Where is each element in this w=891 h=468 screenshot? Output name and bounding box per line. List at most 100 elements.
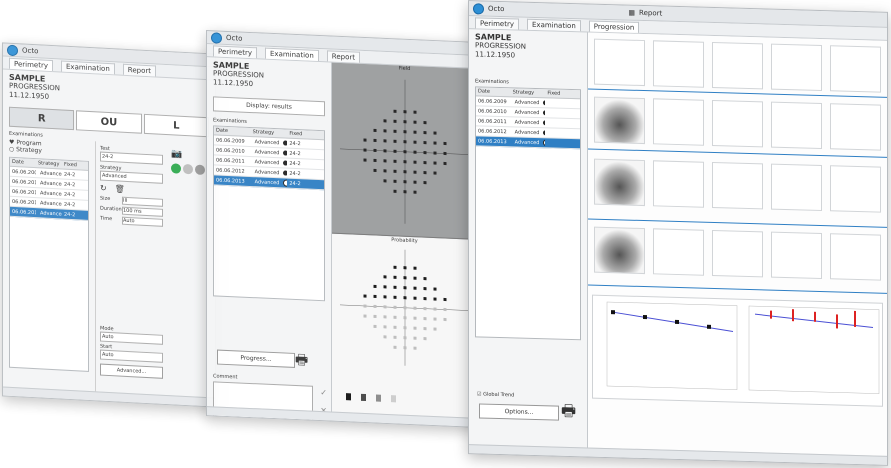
options-button[interactable]: Options... xyxy=(479,403,559,421)
comment-label: Comment xyxy=(213,373,238,381)
field-point xyxy=(413,120,417,124)
size-field[interactable]: III xyxy=(122,196,163,207)
play-icon[interactable] xyxy=(171,163,181,174)
report-row xyxy=(594,225,881,283)
field-thumbnail xyxy=(594,158,645,207)
field-point xyxy=(393,159,397,163)
window2-tab-examination[interactable]: Examination xyxy=(265,47,319,61)
undo-icon[interactable]: ↻ xyxy=(100,184,107,193)
field-point xyxy=(383,295,387,299)
field-point xyxy=(363,314,367,318)
stats-box xyxy=(771,231,822,280)
field-point xyxy=(373,148,377,153)
field-point xyxy=(433,327,437,331)
field-point xyxy=(363,138,367,142)
field-point xyxy=(373,128,377,133)
window3-tab-perimetry[interactable]: Perimetry xyxy=(475,16,519,30)
field-point xyxy=(413,276,417,280)
check-icon[interactable]: ✓ xyxy=(320,388,327,397)
field-point xyxy=(413,266,417,270)
window1-app-title: Octo xyxy=(22,46,39,56)
field-thumbnail xyxy=(712,229,763,278)
field-point xyxy=(423,171,427,175)
program-select[interactable]: 24-2 xyxy=(100,151,163,165)
field-point xyxy=(403,266,407,270)
field-point xyxy=(403,190,407,194)
field-thumbnail xyxy=(653,228,704,276)
global-trend-checkbox[interactable]: ☑ Global Trend xyxy=(477,391,514,398)
progress-button[interactable]: Progress... xyxy=(217,349,295,368)
field-point xyxy=(383,159,387,163)
field-point xyxy=(413,296,417,300)
trend-point xyxy=(707,324,711,329)
field-point xyxy=(433,141,437,145)
eye-both-button[interactable]: OU xyxy=(76,110,142,134)
window1-tab-examination[interactable]: Examination xyxy=(61,59,115,74)
print-icon[interactable]: 🖶 xyxy=(295,349,308,374)
report-icon[interactable]: ▦ xyxy=(628,9,635,17)
field-point xyxy=(393,119,397,123)
field-point xyxy=(393,149,397,153)
field-point xyxy=(413,190,417,194)
field-thumbnail xyxy=(830,45,881,93)
field-thumbnail xyxy=(653,40,704,88)
field-point xyxy=(443,317,447,322)
field-point xyxy=(383,285,387,289)
field-point xyxy=(423,297,427,301)
time-field[interactable]: Auto xyxy=(122,216,163,227)
print-icon[interactable]: 🖶 xyxy=(561,400,576,427)
field-point xyxy=(383,139,387,143)
window1-tab-perimetry[interactable]: Perimetry xyxy=(9,57,53,71)
field-point xyxy=(413,150,417,154)
stop-icon[interactable] xyxy=(195,164,205,176)
trend-point xyxy=(611,310,615,315)
field-point xyxy=(423,131,427,135)
window3-tab-examination[interactable]: Examination xyxy=(527,18,581,31)
trash-icon[interactable]: 🗑 xyxy=(115,184,125,194)
trend-point xyxy=(643,315,647,320)
window3-tab-progression[interactable]: Progression xyxy=(588,20,640,33)
field-point xyxy=(403,180,407,184)
probability-plot xyxy=(340,249,470,366)
window3-app-title: Octo xyxy=(488,4,505,14)
field-point xyxy=(383,325,387,329)
field-point xyxy=(383,179,387,183)
eye-left-button[interactable]: L xyxy=(143,113,209,138)
field-point xyxy=(403,140,407,144)
field-point xyxy=(433,297,437,301)
field-point xyxy=(433,307,437,311)
advanced-button[interactable]: Advanced... xyxy=(100,363,163,379)
field-point xyxy=(373,138,377,143)
field-point xyxy=(393,275,397,279)
start-select[interactable]: Auto xyxy=(100,349,163,363)
field-point xyxy=(433,287,437,291)
field-point xyxy=(433,161,437,165)
field-point xyxy=(393,305,397,309)
display-button[interactable]: Display: results xyxy=(213,96,325,117)
field-point xyxy=(393,285,397,289)
eye-right-button[interactable]: R xyxy=(9,106,75,131)
field-point xyxy=(433,131,437,135)
strategy-select[interactable]: Advanced xyxy=(100,170,163,184)
window-perimetry-setup: Octo Perimetry Examination Report SAMPLE… xyxy=(2,42,216,408)
field-point xyxy=(423,337,427,341)
field-point xyxy=(413,140,417,144)
app-logo-icon xyxy=(473,2,484,15)
field-point xyxy=(403,130,407,134)
window2-tab-perimetry[interactable]: Perimetry xyxy=(213,44,257,58)
field-point xyxy=(373,284,377,289)
field-point xyxy=(363,148,367,152)
field-point xyxy=(423,151,427,155)
mode-select[interactable]: Auto xyxy=(100,331,163,345)
field-point xyxy=(393,189,397,193)
window1-tab-report[interactable]: Report xyxy=(122,63,156,76)
report-row xyxy=(594,37,881,95)
camera-icon[interactable]: 📷 xyxy=(171,149,182,160)
window2-tab-report[interactable]: Report xyxy=(326,49,360,63)
duration-field[interactable]: 100 ms xyxy=(122,206,163,217)
report-row xyxy=(594,157,881,215)
field-point xyxy=(393,179,397,183)
stats-box xyxy=(771,101,822,150)
field-dot-grid xyxy=(340,79,470,224)
pause-icon[interactable] xyxy=(183,163,193,175)
